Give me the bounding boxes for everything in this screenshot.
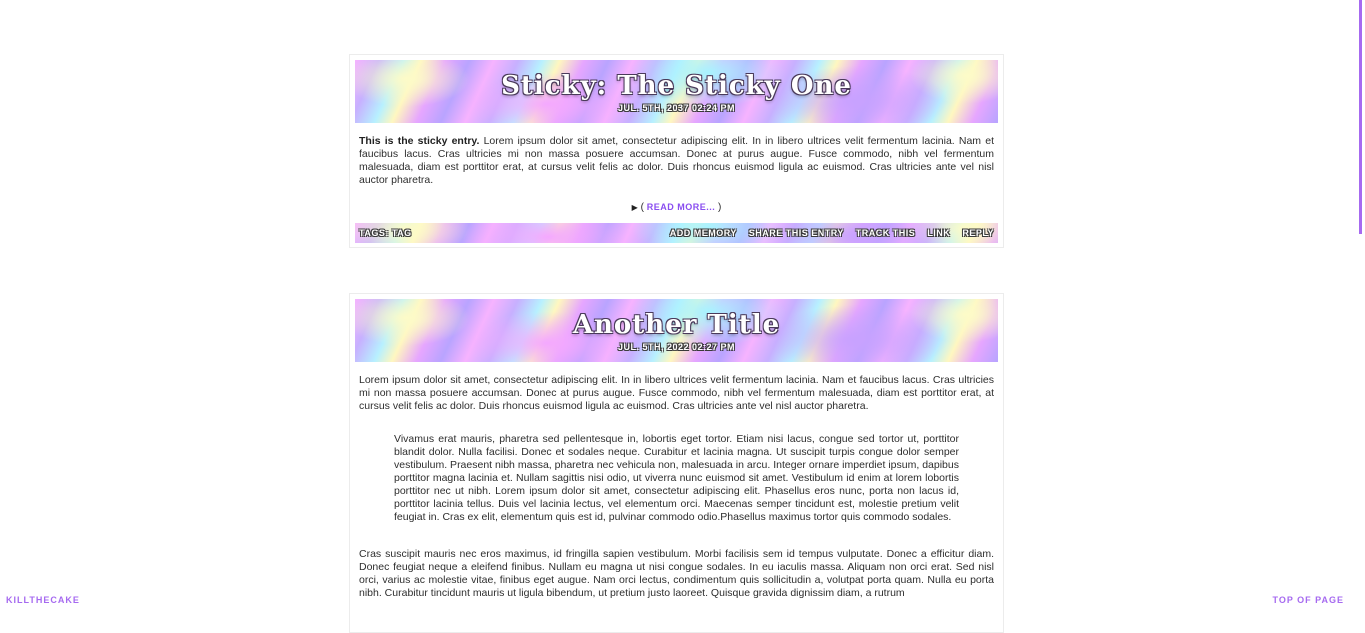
entry-date: JUL. 5TH, 2022 02:27 PM <box>617 342 736 352</box>
entry-header: Another Title JUL. 5TH, 2022 02:27 PM <box>355 299 998 362</box>
entry-body: This is the sticky entry. Lorem ipsum do… <box>355 123 998 187</box>
triangle-right-icon[interactable]: ▶ <box>632 200 638 216</box>
top-of-page-link[interactable]: TOP OF PAGE <box>1272 595 1344 605</box>
entry-actions: ADD MEMORY SHARE THIS ENTRY TRACK THIS L… <box>661 228 994 238</box>
link-link[interactable]: LINK <box>927 228 950 238</box>
share-entry-link[interactable]: SHARE THIS ENTRY <box>749 228 844 238</box>
entry-footer: TAGS: TAG ADD MEMORY SHARE THIS ENTRY TR… <box>355 223 998 243</box>
entry-sticky: Sticky: The Sticky One JUL. 5TH, 2037 02… <box>349 54 1004 248</box>
track-this-link[interactable]: TRACK THIS <box>856 228 916 238</box>
read-more-link[interactable]: READ MORE... <box>647 202 716 212</box>
site-name-link[interactable]: KILLTHECAKE <box>6 595 80 605</box>
entry-lead-bold: This is the sticky entry. <box>359 135 480 147</box>
entry-body: Lorem ipsum dolor sit amet, consectetur … <box>355 362 998 600</box>
entry-header: Sticky: The Sticky One JUL. 5TH, 2037 02… <box>355 60 998 123</box>
entry-paragraph: Cras suscipit mauris nec eros maximus, i… <box>359 548 994 599</box>
read-more: ▶ ( READ MORE... ) <box>355 199 998 215</box>
entry-paragraph: Lorem ipsum dolor sit amet, consectetur … <box>359 374 994 412</box>
entry-title[interactable]: Sticky: The Sticky One <box>355 60 998 101</box>
add-memory-link[interactable]: ADD MEMORY <box>670 228 737 238</box>
scrollbar-accent[interactable] <box>1359 0 1362 234</box>
entry-blockquote: Vivamus erat mauris, pharetra sed pellen… <box>394 433 959 523</box>
tags-link[interactable]: TAGS: TAG <box>359 228 412 238</box>
read-more-close: ) <box>715 202 722 213</box>
reply-link[interactable]: REPLY <box>962 228 994 238</box>
entry-date: JUL. 5TH, 2037 02:24 PM <box>617 103 736 113</box>
entry-paragraph: This is the sticky entry. Lorem ipsum do… <box>359 135 994 187</box>
entry-title[interactable]: Another Title <box>355 299 998 340</box>
entry-another: Another Title JUL. 5TH, 2022 02:27 PM Lo… <box>349 293 1004 633</box>
